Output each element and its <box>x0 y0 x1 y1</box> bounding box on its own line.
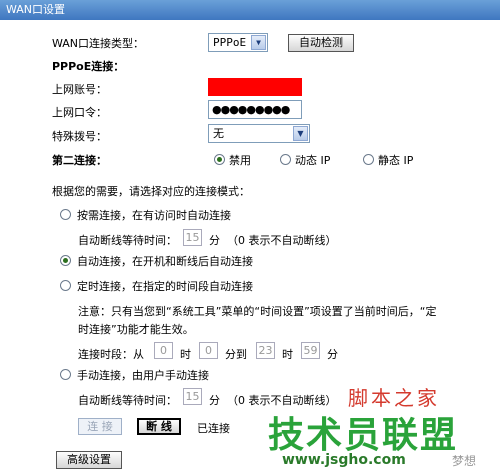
hour-unit-2: 时 <box>282 348 293 361</box>
watermark-url: www.jsgho.com <box>282 452 406 468</box>
radio-disable[interactable] <box>214 154 225 165</box>
disconnect-button[interactable]: 断 线 <box>137 418 181 435</box>
radio-disable-label: 禁用 <box>229 154 251 167</box>
radio-manual[interactable] <box>60 369 71 380</box>
idle-time-input[interactable]: 15 <box>183 229 202 246</box>
connection-status: 已连接 <box>197 422 230 435</box>
special-dial-value: 无 <box>213 127 224 140</box>
radio-dynamic-ip[interactable] <box>280 154 291 165</box>
special-dial-label: 特殊拨号： <box>52 130 107 143</box>
watermark-tag: 梦想 <box>452 454 477 468</box>
window-title: WAN口设置 <box>0 0 500 20</box>
chevron-down-icon: ▼ <box>293 126 308 141</box>
from-hour-input[interactable]: 0 <box>154 342 173 359</box>
second-connection-label: 第二连接： <box>52 154 107 167</box>
manual-idle-time-input[interactable]: 15 <box>183 388 202 405</box>
wan-type-value: PPPoE <box>213 36 247 49</box>
mode-prompt: 根据您的需要，请选择对应的连接模式： <box>52 185 250 198</box>
radio-static-ip[interactable] <box>363 154 374 165</box>
radio-on-demand[interactable] <box>60 209 71 220</box>
radio-dynamic-ip-label: 动态 IP <box>295 154 331 167</box>
to-hour-input[interactable]: 23 <box>256 342 275 359</box>
timed-note-line2: 时连接”功能才能生效。 <box>78 323 194 336</box>
password-label: 上网口令： <box>52 106 107 119</box>
pppoe-heading: PPPoE连接： <box>52 60 125 73</box>
advanced-settings-button[interactable]: 高级设置 <box>56 451 122 469</box>
wan-type-select[interactable]: PPPoE ▼ <box>208 33 268 52</box>
radio-static-ip-label: 静态 IP <box>378 154 414 167</box>
period-label: 连接时段：从 <box>78 348 144 361</box>
auto-label: 自动连接，在开机和断线后自动连接 <box>77 255 253 268</box>
manual-label: 手动连接，由用户手动连接 <box>77 369 209 382</box>
idle-hint: （0 表示不自动断线） <box>227 234 337 247</box>
timed-note-line1: 注意：只有当您到“系统工具”菜单的“时间设置”项设置了当前时间后，“定 <box>78 305 437 318</box>
password-input[interactable]: ●●●●●●●●● <box>208 100 302 119</box>
account-input[interactable] <box>208 78 302 96</box>
auto-detect-button[interactable]: 自动检测 <box>288 34 354 52</box>
timed-label: 定时连接，在指定的时间段自动连接 <box>77 280 253 293</box>
to-minute-input[interactable]: 59 <box>301 342 320 359</box>
account-label: 上网账号： <box>52 83 107 96</box>
idle-label: 自动断线等待时间： <box>78 234 177 247</box>
watermark-jsgho: 技术员联盟 <box>268 415 459 456</box>
radio-auto[interactable] <box>60 255 71 266</box>
manual-idle-label: 自动断线等待时间： <box>78 394 177 407</box>
connect-button[interactable]: 连 接 <box>78 418 122 435</box>
idle-unit: 分 <box>209 234 220 247</box>
manual-idle-unit: 分 <box>209 394 220 407</box>
minute-unit: 分 <box>327 348 338 361</box>
wan-type-label: WAN口连接类型： <box>52 37 145 50</box>
from-minute-input[interactable]: 0 <box>199 342 218 359</box>
on-demand-label: 按需连接，在有访问时自动连接 <box>77 209 231 222</box>
to-label: 分到 <box>225 348 247 361</box>
radio-timed[interactable] <box>60 280 71 291</box>
hour-unit: 时 <box>180 348 191 361</box>
special-dial-select[interactable]: 无 ▼ <box>208 124 310 143</box>
chevron-down-icon: ▼ <box>251 35 266 50</box>
